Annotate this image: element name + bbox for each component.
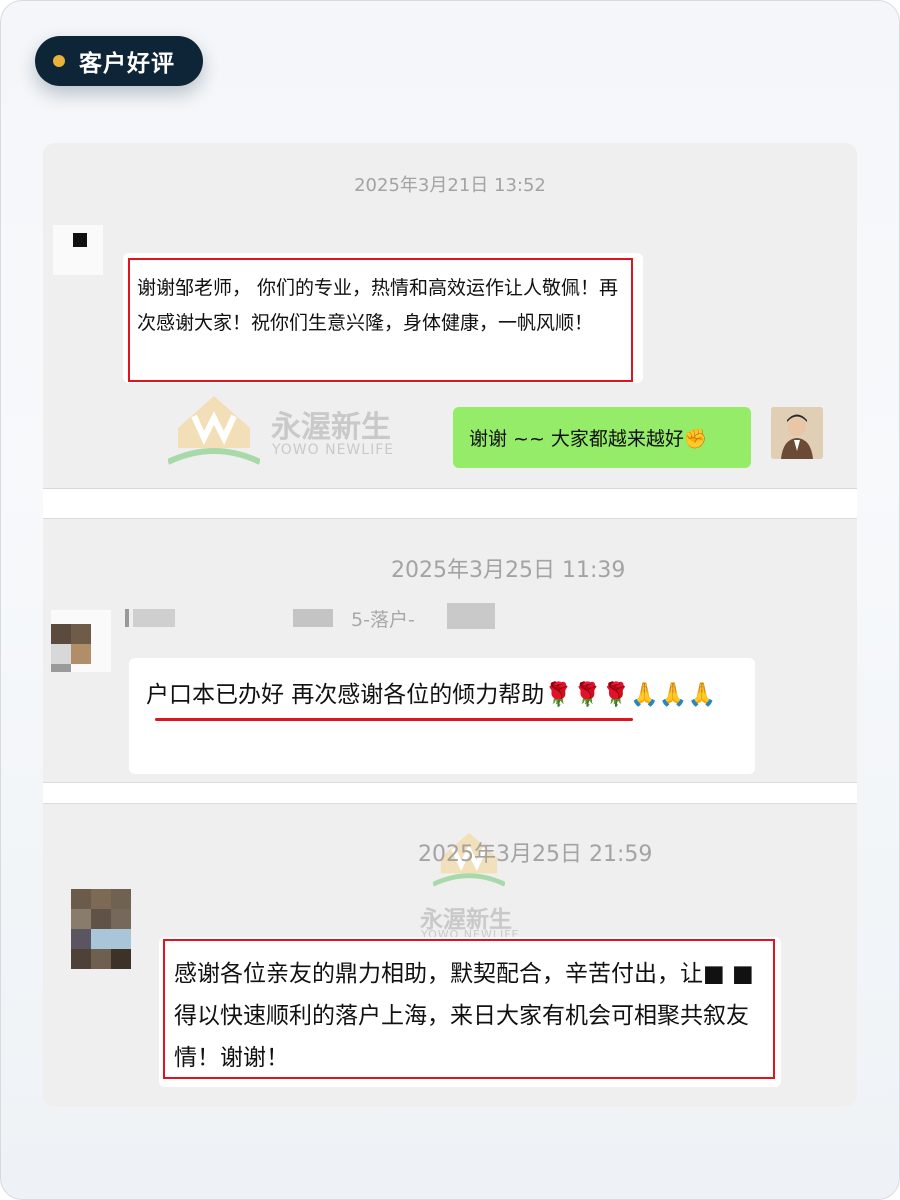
logo-house-icon bbox=[168, 396, 260, 465]
sender-avatar bbox=[51, 610, 111, 672]
reply-text: 谢谢 ~~ 大家都越来越好✊ bbox=[469, 428, 708, 450]
timestamp: 2025年3月21日 13:52 bbox=[354, 175, 546, 196]
conversation-panel-3: 永渥新生 YOWO NEWLIFE 2025年3月25日 21:59 感谢各位亲… bbox=[43, 803, 857, 1107]
outgoing-reply-bubble: 谢谢 ~~ 大家都越来越好✊ bbox=[453, 407, 751, 468]
sender-avatar bbox=[71, 889, 133, 969]
watermark-brand-cn: 永渥新生 bbox=[271, 410, 391, 445]
timestamp: 2025年3月25日 21:59 bbox=[418, 842, 653, 867]
highlight-box bbox=[163, 939, 775, 1079]
reply-avatar bbox=[771, 407, 823, 459]
sender-name: 5-落户- bbox=[125, 603, 545, 631]
sender-name-text: 5-落户- bbox=[351, 609, 415, 631]
timestamp: 2025年3月25日 11:39 bbox=[391, 558, 626, 583]
conversation-panel-1: 2025年3月21日 13:52 谢谢邹老师， 你们的专业，热情和高效运作让人敬… bbox=[43, 143, 857, 488]
customer-review-badge: 客户好评 bbox=[35, 36, 203, 86]
badge-label: 客户好评 bbox=[79, 51, 175, 77]
incoming-message-bubble: 户口本已办好 再次感谢各位的倾力帮助🌹🌹🌹🙏🙏🙏 bbox=[129, 658, 755, 774]
chat-screenshot-card: 2025年3月21日 13:52 谢谢邹老师， 你们的专业，热情和高效运作让人敬… bbox=[43, 143, 857, 1107]
highlight-underline bbox=[155, 718, 633, 721]
conversation-panel-2: 2025年3月25日 11:39 5-落户- 户口本已办好 再次感谢各位的倾力帮… bbox=[43, 518, 857, 783]
message-text: 户口本已办好 再次感谢各位的倾力帮助🌹🌹🌹🙏🙏🙏 bbox=[146, 682, 717, 708]
badge-dot-icon bbox=[53, 55, 65, 67]
watermark-brand-en: YOWO NEWLIFE bbox=[272, 442, 395, 458]
sender-avatar bbox=[53, 225, 103, 275]
brand-watermark: 永渥新生 YOWO NEWLIFE bbox=[168, 388, 428, 468]
highlight-box bbox=[128, 258, 633, 382]
